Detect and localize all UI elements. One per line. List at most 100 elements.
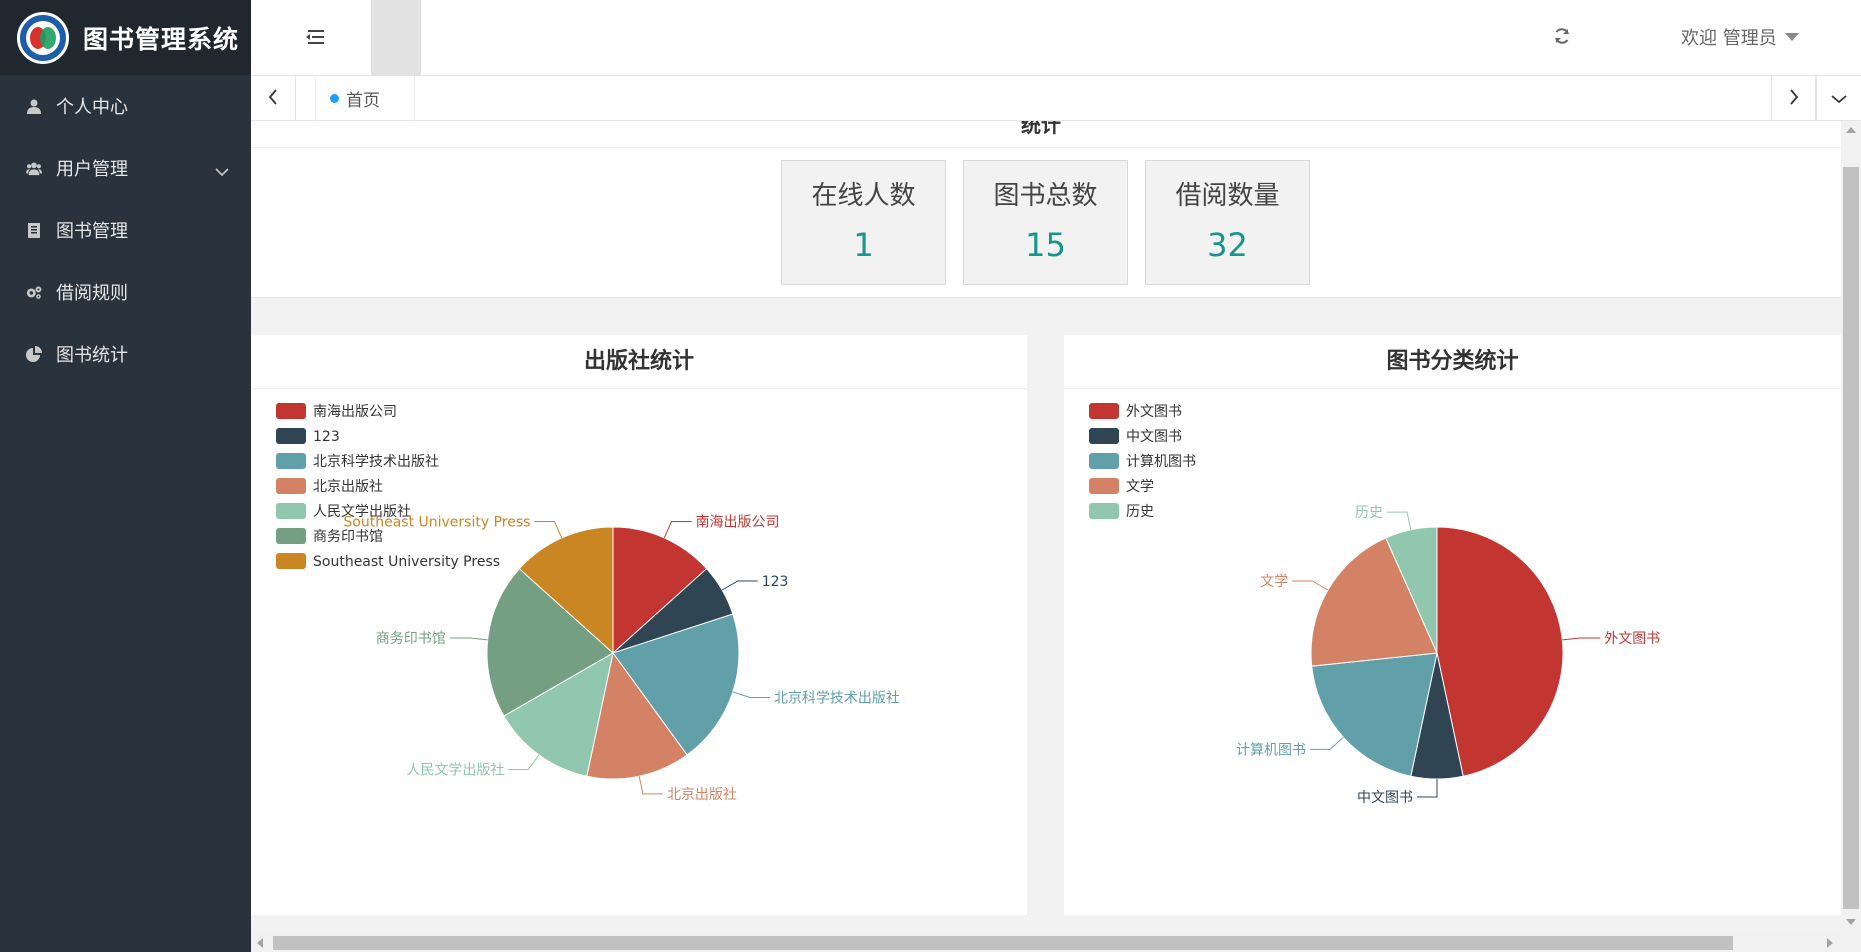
- pie-slice[interactable]: [1436, 526, 1564, 777]
- slice-label: 文学: [1260, 574, 1288, 590]
- stat-label: 在线人数: [811, 181, 916, 211]
- stats-section-title: 统计: [1021, 121, 1061, 137]
- label-line: [1309, 736, 1344, 750]
- label-line: [449, 637, 488, 641]
- tab-home[interactable]: 首页: [315, 76, 415, 121]
- sidebar-item-user-management[interactable]: 用户管理: [0, 137, 251, 199]
- legend-swatch[interactable]: [1089, 453, 1119, 469]
- legend-label[interactable]: 中文图书: [1126, 429, 1182, 445]
- label-line: [1387, 511, 1412, 530]
- label-line: [508, 754, 540, 770]
- users-icon: [26, 160, 42, 176]
- chevron-down-icon: [1831, 89, 1847, 108]
- chart-title: 出版社统计: [251, 335, 1027, 389]
- publisher-pie-chart: 南海出版公司123北京科学技术出版社北京出版社人民文学出版社商务印书馆South…: [276, 403, 900, 803]
- legend-swatch[interactable]: [1089, 503, 1119, 519]
- sidebar-item-label: 图书统计: [56, 345, 128, 366]
- scrollbar-thumb[interactable]: [1843, 167, 1859, 909]
- legend-label[interactable]: 历史: [1126, 504, 1154, 520]
- label-line: [534, 520, 563, 539]
- slice-label: 北京出版社: [667, 787, 737, 803]
- stat-card-borrows: 借阅数量 32: [1145, 160, 1310, 285]
- chevron-right-icon: [1789, 88, 1799, 109]
- sidebar-item-label: 用户管理: [56, 159, 128, 180]
- legend-swatch[interactable]: [276, 553, 306, 569]
- sidebar-item-book-statistics[interactable]: 图书统计: [0, 323, 251, 385]
- user-menu[interactable]: 欢迎 管理员: [1681, 24, 1799, 50]
- label-line: [1292, 580, 1329, 591]
- legend-swatch[interactable]: [276, 528, 306, 544]
- main-content: 统计 在线人数 1 图书总数 15 借阅数量 32 出版社统计 南海出版公司 12…: [251, 121, 1841, 936]
- scroll-down-arrow-icon[interactable]: [1846, 919, 1856, 925]
- stat-label: 图书总数: [993, 181, 1098, 211]
- stat-value: 32: [1207, 226, 1248, 264]
- legend-swatch[interactable]: [1089, 403, 1119, 419]
- slice-label: 商务印书馆: [376, 631, 446, 647]
- label-line: [721, 580, 758, 591]
- legend-swatch[interactable]: [1089, 478, 1119, 494]
- legend-swatch[interactable]: [276, 428, 306, 444]
- tab-options-button[interactable]: [1816, 76, 1861, 121]
- scroll-up-arrow-icon[interactable]: [1846, 127, 1856, 133]
- stats-panel: 统计 在线人数 1 图书总数 15 借阅数量 32: [251, 121, 1841, 298]
- stat-card-books: 图书总数 15: [963, 160, 1128, 285]
- legend-label[interactable]: 南海出版公司: [313, 404, 397, 420]
- tab-scroll-right-button[interactable]: [1771, 76, 1816, 121]
- active-dot: [330, 94, 339, 103]
- tab-scroll-left-button[interactable]: [251, 76, 296, 121]
- legend-label[interactable]: 计算机图书: [1126, 454, 1196, 470]
- sidebar: 图书管理系统 个人中心 用户管理 图书管理 借阅规则 图书统计: [0, 0, 251, 952]
- chart-title: 图书分类统计: [1064, 335, 1841, 389]
- legend-swatch[interactable]: [276, 403, 306, 419]
- logo: [17, 11, 69, 64]
- header-nav-placeholder[interactable]: [371, 0, 421, 76]
- sidebar-item-label: 图书管理: [56, 221, 128, 242]
- label-line: [1417, 779, 1438, 798]
- label-line: [663, 520, 692, 539]
- slice-label: 历史: [1355, 505, 1383, 521]
- scroll-right-arrow-icon[interactable]: [1827, 938, 1833, 948]
- slice-label: 外文图书: [1604, 631, 1660, 647]
- sidebar-item-borrow-rules[interactable]: 借阅规则: [0, 261, 251, 323]
- slice-label: 计算机图书: [1236, 742, 1306, 758]
- legend-swatch[interactable]: [276, 478, 306, 494]
- label-line: [732, 691, 770, 698]
- category-chart-card: 图书分类统计 外文图书 中文图书 计算机图书 文学 历史 外文图书 中文图书 计算机图书 文学历…: [1064, 335, 1841, 915]
- slice-label: 人民文学出版社: [406, 762, 504, 778]
- legend-label[interactable]: Southeast University Press: [313, 554, 500, 570]
- legend-swatch[interactable]: [1089, 428, 1119, 444]
- tab-label: 首页: [346, 91, 380, 111]
- legend-label[interactable]: 123: [313, 429, 340, 445]
- menu-toggle-icon[interactable]: [305, 29, 327, 47]
- category-pie-chart: 外文图书中文图书计算机图书文学历史外文图书中文图书计算机图书文学历史: [1089, 403, 1660, 806]
- legend-label[interactable]: 北京出版社: [313, 479, 383, 495]
- divider: [251, 147, 1841, 148]
- book-icon: [26, 222, 42, 238]
- stat-card-online: 在线人数 1: [781, 160, 946, 285]
- legend-label[interactable]: 外文图书: [1126, 404, 1182, 420]
- legend-swatch[interactable]: [276, 453, 306, 469]
- stat-label: 借阅数量: [1175, 181, 1280, 211]
- refresh-icon[interactable]: [1553, 27, 1571, 45]
- sidebar-item-book-management[interactable]: 图书管理: [0, 199, 251, 261]
- legend-label[interactable]: 商务印书馆: [313, 529, 383, 545]
- horizontal-scrollbar[interactable]: [251, 934, 1841, 952]
- label-line: [638, 776, 663, 795]
- tab-bar: 首页: [251, 76, 1861, 121]
- sidebar-item-label: 借阅规则: [56, 283, 128, 304]
- scroll-left-arrow-icon[interactable]: [257, 938, 263, 948]
- slice-label: 北京科学技术出版社: [774, 690, 900, 706]
- slice-label: 中文图书: [1357, 790, 1413, 806]
- sidebar-menu: 个人中心 用户管理 图书管理 借阅规则 图书统计: [0, 75, 251, 385]
- top-header: 欢迎 管理员: [251, 0, 1861, 76]
- sidebar-item-personal-center[interactable]: 个人中心: [0, 75, 251, 137]
- legend-label[interactable]: 北京科学技术出版社: [313, 454, 439, 470]
- legend-swatch[interactable]: [276, 503, 306, 519]
- legend-label[interactable]: 文学: [1126, 479, 1154, 495]
- gears-icon: [26, 284, 42, 300]
- vertical-scrollbar[interactable]: [1841, 121, 1861, 952]
- chevron-down-icon: [215, 161, 229, 182]
- scrollbar-thumb[interactable]: [273, 936, 1733, 950]
- pie-chart-icon: [26, 346, 42, 362]
- sidebar-item-label: 个人中心: [56, 97, 128, 118]
